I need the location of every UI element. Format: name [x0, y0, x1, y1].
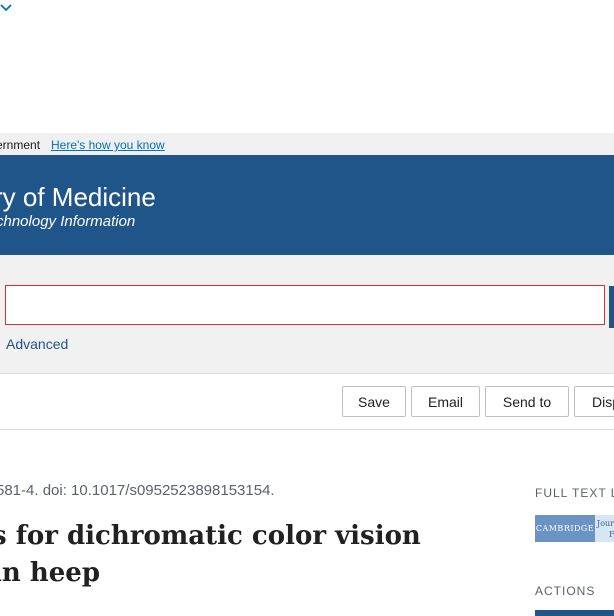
email-button[interactable]: Email: [411, 386, 480, 417]
header-subtitle: chnology Information: [0, 213, 136, 230]
toolbar-divider: [0, 429, 614, 430]
search-input[interactable]: [5, 285, 605, 325]
display-options-button[interactable]: Disp: [574, 386, 614, 417]
send-to-button[interactable]: Send to: [485, 386, 569, 417]
chevron-down-icon[interactable]: [0, 3, 12, 13]
save-button[interactable]: Save: [342, 386, 406, 417]
cambridge-full-text-link[interactable]: CAMBRIDGE Journ F: [535, 515, 614, 542]
gov-banner: ernment Here's how you know: [0, 133, 614, 155]
cambridge-logo-text: CAMBRIDGE: [535, 515, 595, 542]
logo-line-1: Journ: [597, 519, 614, 528]
actions-heading: ACTIONS: [535, 584, 596, 598]
advanced-search-link[interactable]: Advanced: [6, 336, 68, 352]
header-title[interactable]: ry of Medicine: [0, 182, 156, 213]
cite-button[interactable]: [535, 610, 614, 616]
site-header: ry of Medicine chnology Information: [0, 155, 614, 255]
cambridge-logo-subtext: Journ F: [597, 518, 614, 540]
search-button[interactable]: [609, 286, 614, 328]
gov-banner-text: ernment: [0, 138, 41, 152]
logo-line-2: F: [609, 530, 614, 539]
article-citation: 581-4. doi: 10.1017/s0952523898153154.: [0, 482, 275, 499]
full-text-links-heading: FULL TEXT LIN: [535, 486, 614, 500]
article-title: s for dichromatic color vision in heep: [0, 521, 421, 588]
search-area: Advanced: [0, 255, 614, 374]
heres-how-you-know-link[interactable]: Here's how you know: [51, 138, 165, 152]
